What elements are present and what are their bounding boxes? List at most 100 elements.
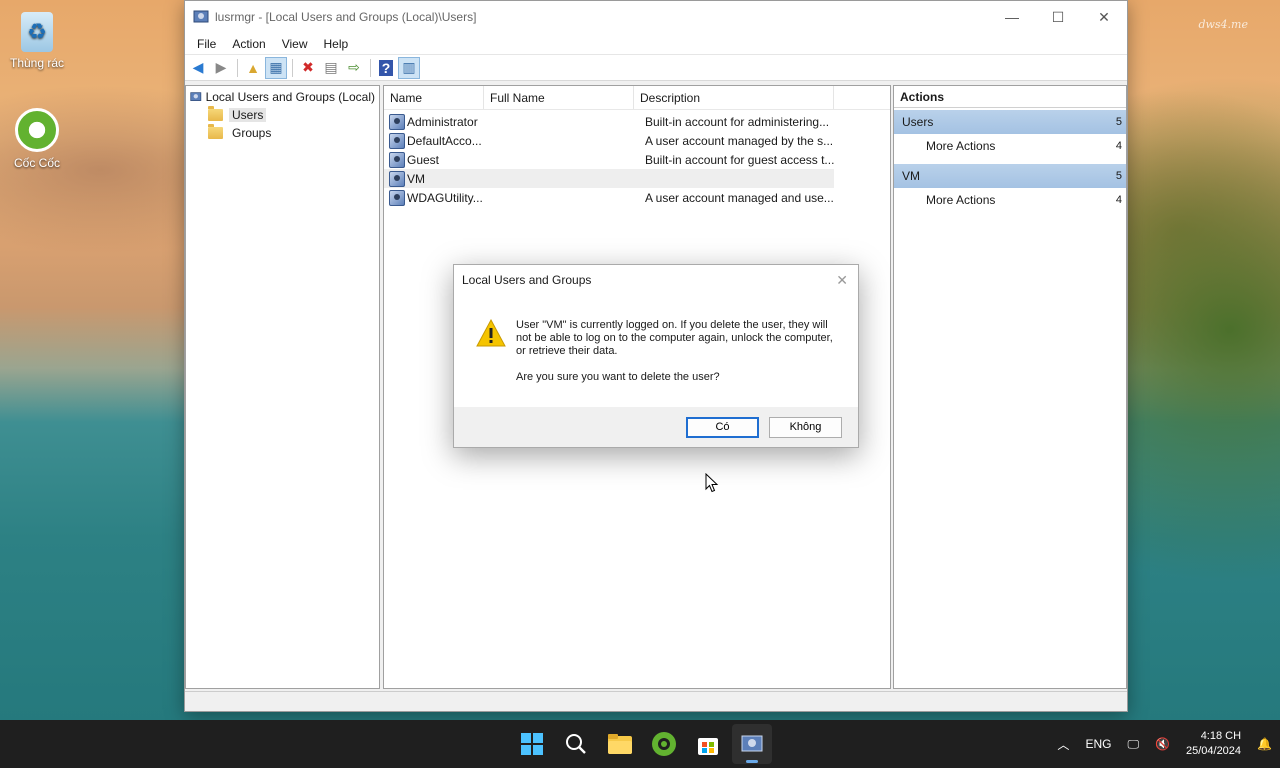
- table-row-selected[interactable]: VM: [384, 169, 834, 188]
- show-hide-tree-button[interactable]: ▦: [265, 56, 287, 79]
- window-title: lusrmgr - [Local Users and Groups (Local…: [215, 10, 477, 24]
- close-icon: ✕: [1098, 8, 1110, 25]
- actions-section-vm[interactable]: VM 5: [894, 164, 1126, 188]
- desktop-icon-label: Thùng rác: [9, 56, 65, 70]
- delete-user-dialog: Local Users and Groups ✕ User "VM" is cu…: [453, 264, 859, 448]
- microsoft-store-button[interactable]: [688, 724, 728, 764]
- actions-header: Actions: [894, 86, 1126, 108]
- taskbar: ︿ ENG 🖵 🔇 4:18 CH 25/04/2024 🔔: [0, 720, 1280, 768]
- desktop-icon-recycle-bin[interactable]: ♻ Thùng rác: [2, 12, 72, 70]
- list-header: Name Full Name Description: [384, 86, 890, 110]
- back-arrow-icon: ◀: [192, 59, 204, 75]
- menu-action[interactable]: Action: [224, 33, 273, 55]
- desktop-icon-coccoc[interactable]: Cốc Cốc: [2, 108, 72, 170]
- clock[interactable]: 4:18 CH 25/04/2024: [1178, 729, 1249, 759]
- user-name: WDAGUtility...: [407, 190, 483, 205]
- coccoc-browser-icon: [652, 732, 676, 756]
- properties-icon: ▤: [324, 59, 338, 75]
- search-button[interactable]: [556, 724, 596, 764]
- volume-muted-icon[interactable]: 🔇: [1147, 737, 1178, 751]
- dialog-footer: Có Không: [454, 407, 858, 447]
- user-name: DefaultAcco...: [407, 133, 482, 148]
- dialog-title: Local Users and Groups: [462, 273, 592, 287]
- tree-item-label: Groups: [232, 126, 272, 140]
- maximize-button[interactable]: ☐: [1035, 1, 1081, 33]
- close-button[interactable]: ✕: [1081, 1, 1127, 33]
- network-icon[interactable]: 🖵: [1119, 737, 1147, 752]
- dialog-question: Are you sure you want to delete the user…: [516, 371, 720, 383]
- mouse-cursor-icon: [705, 473, 719, 493]
- coccoc-browser-icon: [15, 108, 59, 152]
- recycle-bin-icon: ♻: [21, 12, 53, 52]
- minimize-button[interactable]: —: [989, 1, 1035, 33]
- lusrmgr-snapin-icon: [190, 92, 202, 101]
- no-button[interactable]: Không: [769, 416, 842, 438]
- tree-item-root[interactable]: Local Users and Groups (Local): [190, 88, 375, 106]
- show-hide-action-pane-button[interactable]: ▥: [398, 56, 420, 79]
- title-bar: lusrmgr - [Local Users and Groups (Local…: [185, 1, 1127, 33]
- forward-arrow-icon: ▶: [215, 59, 227, 75]
- folder-icon: [208, 124, 223, 139]
- user-name: Administrator: [407, 114, 478, 129]
- folder-icon: [208, 106, 223, 121]
- taskbar-apps: [512, 724, 772, 764]
- more-actions-users[interactable]: More Actions 4: [894, 134, 1126, 158]
- system-tray: ︿ ENG 🖵 🔇 4:18 CH 25/04/2024 🔔: [1049, 720, 1280, 768]
- more-actions-vm[interactable]: More Actions 4: [894, 188, 1126, 212]
- table-row[interactable]: Administrator Built-in account for admin…: [384, 112, 890, 131]
- actions-section-users[interactable]: Users 5: [894, 110, 1126, 134]
- help-button[interactable]: ?: [375, 57, 397, 79]
- console-tree-icon: ▦: [269, 59, 283, 75]
- user-account-icon: [389, 170, 405, 187]
- table-row[interactable]: Guest Built-in account for guest access …: [384, 150, 890, 169]
- help-icon: ?: [378, 59, 394, 76]
- user-account-icon: [389, 151, 405, 168]
- column-header-name[interactable]: Name: [384, 86, 484, 109]
- delete-x-icon: ✖: [302, 59, 314, 75]
- user-account-icon: [389, 113, 405, 130]
- menu-view[interactable]: View: [274, 33, 316, 55]
- toolbar-separator: [370, 58, 371, 77]
- start-button[interactable]: [512, 724, 552, 764]
- column-header-full-name[interactable]: Full Name: [484, 86, 634, 109]
- more-actions-label: More Actions: [926, 193, 996, 207]
- notification-bell-icon[interactable]: 🔔: [1249, 737, 1280, 751]
- table-row[interactable]: WDAGUtility... A user account managed an…: [384, 188, 890, 207]
- status-bar: [185, 691, 1127, 711]
- coccoc-taskbar-button[interactable]: [644, 724, 684, 764]
- toolbar: ◀ ▶ ▲ ▦ ✖ ▤ ⇨ ? ▥: [185, 55, 1127, 81]
- user-description: A user account managed by the s...: [645, 133, 834, 148]
- forward-button[interactable]: ▶: [210, 57, 232, 79]
- yes-button[interactable]: Có: [686, 416, 759, 438]
- up-one-level-button[interactable]: ▲: [242, 57, 264, 79]
- submenu-arrow-icon: 4: [1115, 194, 1122, 206]
- more-actions-label: More Actions: [926, 139, 996, 153]
- language-indicator[interactable]: ENG: [1077, 737, 1119, 751]
- menu-file[interactable]: File: [189, 33, 224, 55]
- file-explorer-button[interactable]: [600, 724, 640, 764]
- actions-section-title: Users: [902, 115, 934, 129]
- tree-item-label: Local Users and Groups (Local): [205, 90, 375, 104]
- column-header-description[interactable]: Description: [634, 86, 834, 109]
- tree-item-label: Users: [229, 108, 267, 122]
- dialog-close-icon[interactable]: ✕: [836, 272, 848, 289]
- table-row[interactable]: DefaultAcco... A user account managed by…: [384, 131, 890, 150]
- store-icon: [698, 738, 718, 755]
- back-button[interactable]: ◀: [187, 57, 209, 79]
- menu-bar: File Action View Help: [185, 33, 1127, 55]
- warning-icon: [476, 319, 506, 347]
- export-list-button[interactable]: ⇨: [343, 57, 365, 79]
- tree-item-groups[interactable]: Groups: [190, 124, 375, 142]
- user-account-icon: [389, 132, 405, 149]
- clock-time: 4:18 CH: [1200, 730, 1242, 742]
- toolbar-separator: [292, 58, 293, 77]
- delete-button[interactable]: ✖: [297, 57, 319, 79]
- menu-help[interactable]: Help: [316, 33, 357, 55]
- properties-button[interactable]: ▤: [320, 57, 342, 79]
- lusrmgr-app-icon: [741, 735, 763, 752]
- watermark: dws4.me: [1198, 18, 1248, 31]
- show-hidden-icons-chevron-icon[interactable]: ︿: [1049, 736, 1077, 753]
- lusrmgr-taskbar-button[interactable]: [732, 724, 772, 764]
- action-pane-icon: ▥: [402, 59, 416, 75]
- tree-item-users[interactable]: Users: [190, 106, 375, 124]
